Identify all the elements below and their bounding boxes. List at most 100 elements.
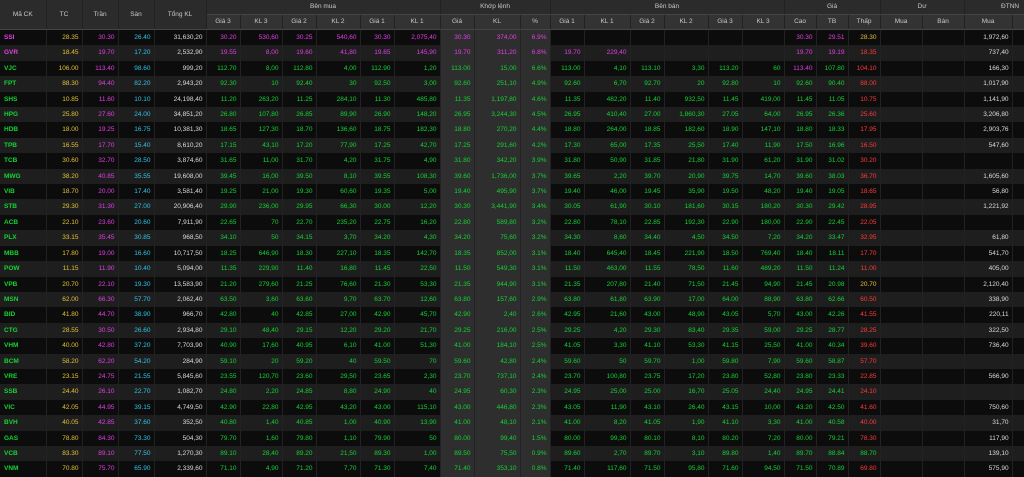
stock-row-hdb[interactable]: HDB 18.00 19.25 16.75 10,381,30 18.65 127,30 18…: [0, 122, 1024, 138]
header-average-price[interactable]: TB: [816, 14, 849, 30]
header-remaining-bid[interactable]: Mua: [880, 14, 923, 30]
header-bid-price-2[interactable]: Giá 2: [282, 14, 317, 30]
header-match-volume[interactable]: KL: [474, 14, 521, 30]
header-symbol[interactable]: Mã CK: [0, 0, 47, 30]
stock-row-mwg[interactable]: MWG 38.20 40.85 35.55 19,608,00 39.45 16,00 39.…: [0, 168, 1024, 185]
stock-row-vcb[interactable]: VCB 83.30 89.10 77.50 1,270,30 89.10 28,40 89.2…: [0, 445, 1024, 462]
header-remaining-ask[interactable]: Bán: [922, 14, 965, 30]
symbol-cell[interactable]: CTG: [0, 322, 47, 339]
stock-row-tpb[interactable]: TPB 16.55 17.70 15.40 8,610,20 17.15 43,10 17.2…: [0, 137, 1024, 154]
stock-row-bid[interactable]: BID 41.80 44.70 38.90 966,70 42.80 40 42.85 27,0…: [0, 307, 1024, 323]
stock-row-acb[interactable]: ACB 22.10 23.60 20.60 7,911,90 22.65 70 22.70 23…: [0, 214, 1024, 231]
stock-row-mbb[interactable]: MBB 17.80 19.00 16.60 10,717,50 18.25 646,90 18…: [0, 245, 1024, 262]
remaining-ask-cell: [922, 122, 965, 138]
header-high-price[interactable]: Cao: [784, 14, 817, 30]
remaining-ask-cell: [922, 91, 965, 108]
symbol-cell[interactable]: TCB: [0, 153, 47, 169]
stock-row-ssb[interactable]: SSB 24.40 26.10 22.70 1,082,70 24.80 2,20 24.85…: [0, 384, 1024, 400]
stock-row-vic[interactable]: VIC 42.05 44.95 39.15 4,749,50 42.90 22,80 42.9…: [0, 399, 1024, 416]
symbol-cell[interactable]: SHS: [0, 91, 47, 108]
stock-row-vnm[interactable]: VNM 70.80 75.70 65.90 2,339,60 71.10 4,90 71.20…: [0, 461, 1024, 477]
header-bid-price-1[interactable]: Giá 1: [360, 14, 395, 30]
symbol-cell[interactable]: VIC: [0, 399, 47, 416]
bid-volume-2-cell: 41,80: [316, 45, 361, 61]
symbol-cell[interactable]: GAS: [0, 430, 47, 446]
symbol-cell[interactable]: VRE: [0, 368, 47, 385]
header-floor[interactable]: Sàn: [118, 0, 155, 30]
header-match-percent[interactable]: %: [520, 14, 551, 30]
symbol-cell[interactable]: HPG: [0, 107, 47, 123]
symbol-cell[interactable]: SSB: [0, 384, 47, 400]
symbol-cell[interactable]: BCM: [0, 353, 47, 369]
symbol-cell[interactable]: PLX: [0, 230, 47, 246]
bid-volume-2-cell: 77,90: [316, 137, 361, 154]
header-reference[interactable]: TC: [46, 0, 83, 30]
symbol-cell[interactable]: HDB: [0, 122, 47, 138]
ask-price-1-cell: 29.25: [550, 322, 585, 339]
header-bid-price-3[interactable]: Giá 3: [206, 14, 241, 30]
header-bid-volume-1[interactable]: KL 1: [394, 14, 441, 30]
stock-row-vhm[interactable]: VHM 40.00 42.80 37.20 7,703,90 40.90 17,60 40.9…: [0, 338, 1024, 354]
symbol-cell[interactable]: FPT: [0, 76, 47, 92]
header-total-volume[interactable]: Tổng KL: [154, 0, 207, 30]
symbol-cell[interactable]: STB: [0, 199, 47, 215]
symbol-cell[interactable]: VPB: [0, 276, 47, 292]
symbol-cell[interactable]: POW: [0, 261, 47, 277]
total-volume-cell: 7,911,90: [154, 214, 207, 231]
stock-row-vpb[interactable]: VPB 20.70 22.10 19.30 13,583,90 21.20 279,60 21…: [0, 276, 1024, 292]
symbol-cell[interactable]: MBB: [0, 245, 47, 262]
header-ask-volume-3[interactable]: KL 3: [742, 14, 785, 30]
reference-cell: 22.10: [46, 214, 83, 231]
symbol-cell[interactable]: BVH: [0, 415, 47, 431]
stock-row-bcm[interactable]: BCM 58.20 62.20 54.20 284,90 59.10 20 59.20 40 59…: [0, 353, 1024, 369]
header-ceiling[interactable]: Trần: [82, 0, 119, 30]
stock-row-gas[interactable]: GAS 78.80 84.30 73.30 504,30 79.70 1,60 79.80 1,…: [0, 430, 1024, 446]
header-foreign-buy[interactable]: Mua: [964, 14, 1013, 30]
stock-row-stb[interactable]: STB 29.30 31.30 27.00 20,906,40 29.90 236,00 29…: [0, 199, 1024, 215]
header-bid-volume-2[interactable]: KL 2: [316, 14, 361, 30]
symbol-cell[interactable]: ACB: [0, 214, 47, 231]
bid-price-3-cell: 19.55: [206, 45, 241, 61]
symbol-cell[interactable]: SSI: [0, 29, 47, 46]
stock-row-tcb[interactable]: TCB 30.60 32.70 28.50 3,874,60 31.65 11,00 31.7…: [0, 153, 1024, 169]
foreign-buy-cell: 566,90: [964, 368, 1013, 385]
stock-row-ssi[interactable]: SSI 28.35 30.30 26.40 31,630,20 30.20 530,60 30…: [0, 29, 1024, 46]
symbol-cell[interactable]: MWG: [0, 168, 47, 185]
symbol-cell[interactable]: VHM: [0, 338, 47, 354]
stock-row-bvh[interactable]: BVH 40.05 42.85 37.60 352,50 40.80 1,40 40.85 1,…: [0, 415, 1024, 431]
header-ask-price-1[interactable]: Giá 1: [550, 14, 585, 30]
symbol-cell[interactable]: BID: [0, 307, 47, 323]
stock-row-fpt[interactable]: FPT 88.30 94.40 82.20 2,943,20 92.30 10 92.40 30…: [0, 76, 1024, 92]
stock-row-vjc[interactable]: VJC 106.00 113.40 98.60 999,20 112.70 8,00 112.…: [0, 60, 1024, 77]
stock-row-pow[interactable]: POW 11.15 11.90 10.40 5,094,00 11.35 229,90 11.…: [0, 261, 1024, 277]
table-body: SSI 28.35 30.30 26.40 31,630,20 30.20 530,60 30…: [0, 29, 1024, 477]
stock-row-hpg[interactable]: HPG 25.80 27.60 24.00 34,851,20 26.80 107,80 26…: [0, 107, 1024, 123]
header-match-price[interactable]: Giá: [440, 14, 475, 30]
ceiling-cell: 19.00: [82, 245, 119, 262]
header-ask-volume-1[interactable]: KL 1: [584, 14, 631, 30]
stock-row-plx[interactable]: PLX 33.15 35.45 30.85 968,50 34.10 50 34.15 3,70…: [0, 230, 1024, 246]
symbol-cell[interactable]: MSN: [0, 291, 47, 308]
header-foreign-sell[interactable]: Bán: [1012, 14, 1024, 30]
remaining-bid-cell: [880, 76, 923, 92]
symbol-cell[interactable]: VNM: [0, 461, 47, 477]
ask-volume-2-cell: 3,30: [664, 60, 709, 77]
ask-price-3-cell: 21.45: [708, 276, 743, 292]
symbol-cell[interactable]: VIB: [0, 184, 47, 200]
stock-row-ctg[interactable]: CTG 28.55 30.50 26.60 2,934,80 29.10 48,40 29.1…: [0, 322, 1024, 339]
symbol-cell[interactable]: VJC: [0, 60, 47, 77]
foreign-buy-cell: 1,221,92: [964, 199, 1013, 215]
header-low-price[interactable]: Thấp: [848, 14, 881, 30]
stock-row-gvr[interactable]: GVR 18.45 19.70 17.20 2,532,90 19.55 8,00 19.60…: [0, 45, 1024, 61]
header-ask-price-2[interactable]: Giá 2: [630, 14, 665, 30]
stock-row-vre[interactable]: VRE 23.15 24.75 21.55 5,845,60 23.55 120,70 23.…: [0, 368, 1024, 385]
header-ask-price-3[interactable]: Giá 3: [708, 14, 743, 30]
symbol-cell[interactable]: VCB: [0, 445, 47, 462]
header-bid-volume-3[interactable]: KL 3: [240, 14, 283, 30]
symbol-cell[interactable]: GVR: [0, 45, 47, 61]
stock-row-vib[interactable]: VIB 18.70 20.00 17.40 3,581,40 19.25 21,00 19.3…: [0, 184, 1024, 200]
stock-row-shs[interactable]: SHS 10.85 11.60 10.10 24,198,40 11.20 263,20 11…: [0, 91, 1024, 108]
header-ask-volume-2[interactable]: KL 2: [664, 14, 709, 30]
symbol-cell[interactable]: TPB: [0, 137, 47, 154]
stock-row-msn[interactable]: MSN 62.00 66.30 57.70 2,062,40 63.50 3,60 63.60…: [0, 291, 1024, 308]
